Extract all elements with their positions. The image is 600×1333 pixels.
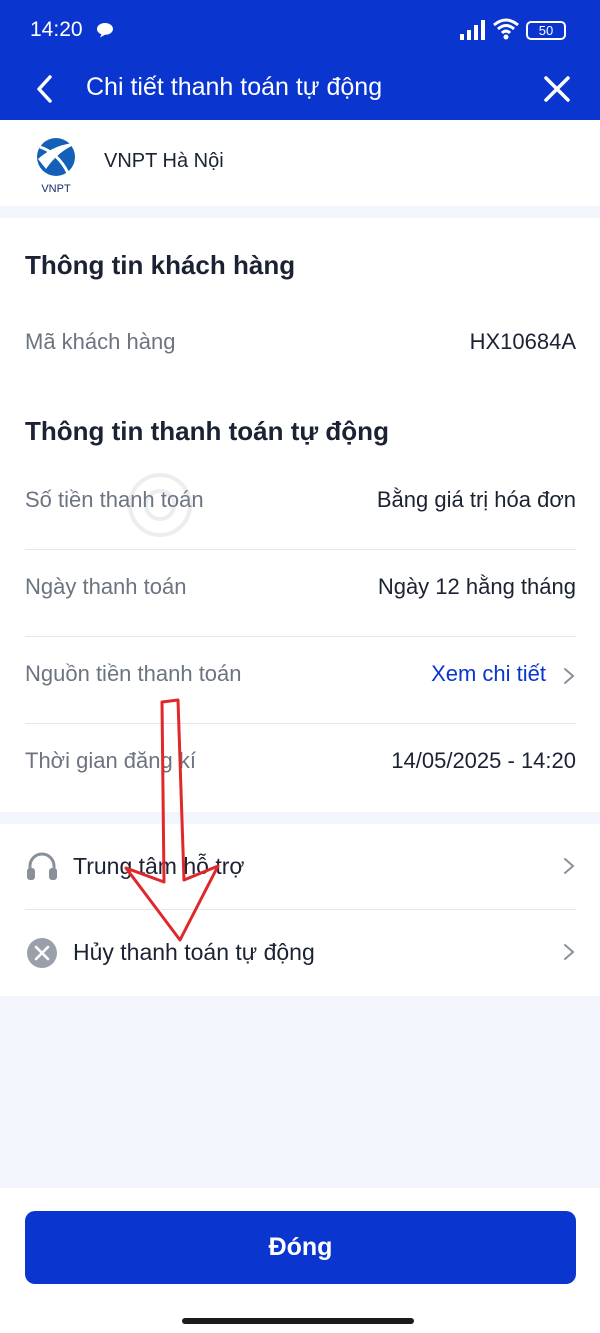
payment-amount-value: Bằng giá trị hóa đơn [376,487,576,512]
page-title: Chi tiết thanh toán tự động [86,73,383,101]
logo-text: VNPT [41,183,71,195]
chevron-right-icon [564,944,575,960]
chevron-right-icon [564,858,575,874]
merchant-name: VNPT Hà Nội [104,150,224,172]
status-bar: 14:20 50 [0,0,600,60]
registration-time-value: 14/05/2025 - 14:20 [391,748,576,773]
cellular-signal-icon [460,20,485,40]
status-time: 14:20 [30,18,83,41]
battery-indicator: 50 [526,21,566,40]
autopay-info-heading: Thông tin thanh toán tự động [25,416,389,446]
customer-code-label: Mã khách hàng [25,329,176,354]
support-center-item[interactable]: Trung tâm hỗ trợ [25,824,576,910]
merchant-header: VNPT VNPT Hà Nội [0,120,600,206]
payment-amount-row: Số tiền thanh toán Bằng giá trị hóa đơn [25,463,576,550]
payment-amount-label: Số tiền thanh toán [25,487,204,512]
wifi-icon [493,18,519,40]
payment-date-label: Ngày thanh toán [25,574,187,599]
customer-code-value: HX10684A [469,329,576,354]
customer-info-heading: Thông tin khách hàng [25,250,296,280]
funding-source-row[interactable]: Nguồn tiền thanh toán Xem chi tiết [25,637,576,724]
headset-icon [27,852,57,880]
vnpt-logo: VNPT [37,138,78,195]
close-button[interactable]: Đóng [25,1211,576,1284]
cancel-circle-icon [27,938,57,968]
chevron-right-icon [564,668,575,684]
payment-info-card: Thông tin khách hàng Mã khách hàng HX106… [0,218,600,812]
cancel-autopay-item[interactable]: Hủy thanh toán tự động [25,910,576,996]
payment-date-value: Ngày 12 hằng tháng [377,574,576,599]
app-bar: Chi tiết thanh toán tự động [0,60,600,120]
cancel-autopay-label: Hủy thanh toán tự động [73,939,315,965]
view-details-link[interactable]: Xem chi tiết [431,661,546,687]
bottom-bar: Đóng [0,1188,600,1333]
home-indicator[interactable] [182,1318,414,1324]
actions-card: Trung tâm hỗ trợ Hủy thanh toán tự động [0,824,600,996]
message-notification-icon [97,23,113,38]
back-arrow-icon[interactable] [30,72,60,106]
funding-source-label: Nguồn tiền thanh toán [25,661,242,686]
payment-date-row: Ngày thanh toán Ngày 12 hằng tháng [25,550,576,637]
customer-code-row: Mã khách hàng HX10684A [25,305,576,392]
support-center-label: Trung tâm hỗ trợ [73,853,245,879]
registration-time-label: Thời gian đăng kí [25,748,196,773]
close-icon[interactable] [540,72,574,106]
registration-time-row: Thời gian đăng kí 14/05/2025 - 14:20 [25,724,576,811]
